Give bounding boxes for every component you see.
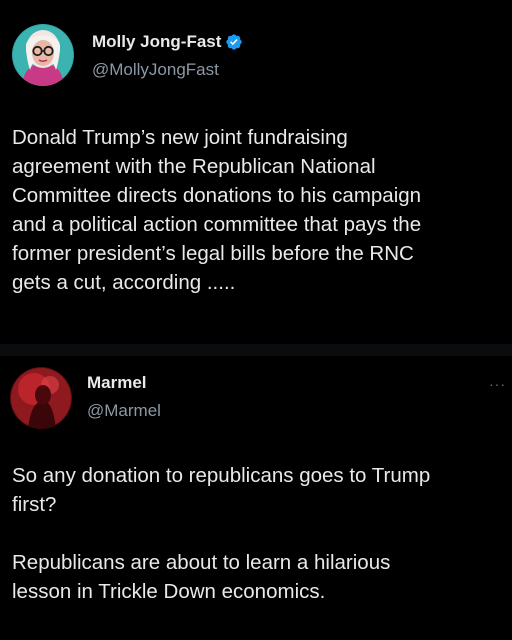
tweet-text: Donald Trump’s new joint fundraising agr…: [12, 123, 508, 297]
tweet-text: So any donation to republicans goes to T…: [12, 461, 502, 606]
author-handle[interactable]: @MollyJongFast: [92, 60, 219, 80]
tweet-text-line: former president’s legal bills before th…: [12, 242, 414, 265]
tweet-divider: [0, 344, 512, 356]
tweet-text-line: and a political action committee that pa…: [12, 213, 422, 236]
avatar-photo-icon: [10, 367, 72, 429]
tweet-text-line: first?: [12, 493, 57, 516]
avatar-photo-icon: [12, 24, 74, 86]
display-name[interactable]: Molly Jong-Fast: [92, 32, 221, 52]
tweet-text-line: Republicans are about to learn a hilario…: [12, 551, 391, 574]
display-name[interactable]: Marmel: [87, 373, 147, 393]
tweet-marmel[interactable]: Marmel @Marmel ··· So any donation to re…: [0, 356, 512, 640]
author-handle[interactable]: @Marmel: [87, 401, 161, 421]
tweet-text-line: gets a cut, according .....: [12, 271, 236, 294]
tweet-text-line: lesson in Trickle Down economics.: [12, 580, 326, 603]
verified-badge-icon: [226, 34, 243, 50]
more-options-icon[interactable]: ···: [489, 376, 506, 392]
tweet-text-line: Donald Trump’s new joint fundraising: [12, 126, 348, 149]
tweet-text-line: agreement with the Republican National: [12, 155, 376, 178]
tweet-text-line: So any donation to republicans goes to T…: [12, 464, 431, 487]
tweet-molly-jong-fast[interactable]: Molly Jong-Fast @MollyJongFast Donald Tr…: [0, 0, 512, 344]
author-name-row[interactable]: Molly Jong-Fast: [92, 32, 243, 52]
avatar[interactable]: [12, 24, 74, 86]
tweet-text-line: Committee directs donations to his campa…: [12, 184, 422, 207]
author-name-row[interactable]: Marmel: [87, 373, 147, 393]
avatar[interactable]: [10, 367, 72, 429]
